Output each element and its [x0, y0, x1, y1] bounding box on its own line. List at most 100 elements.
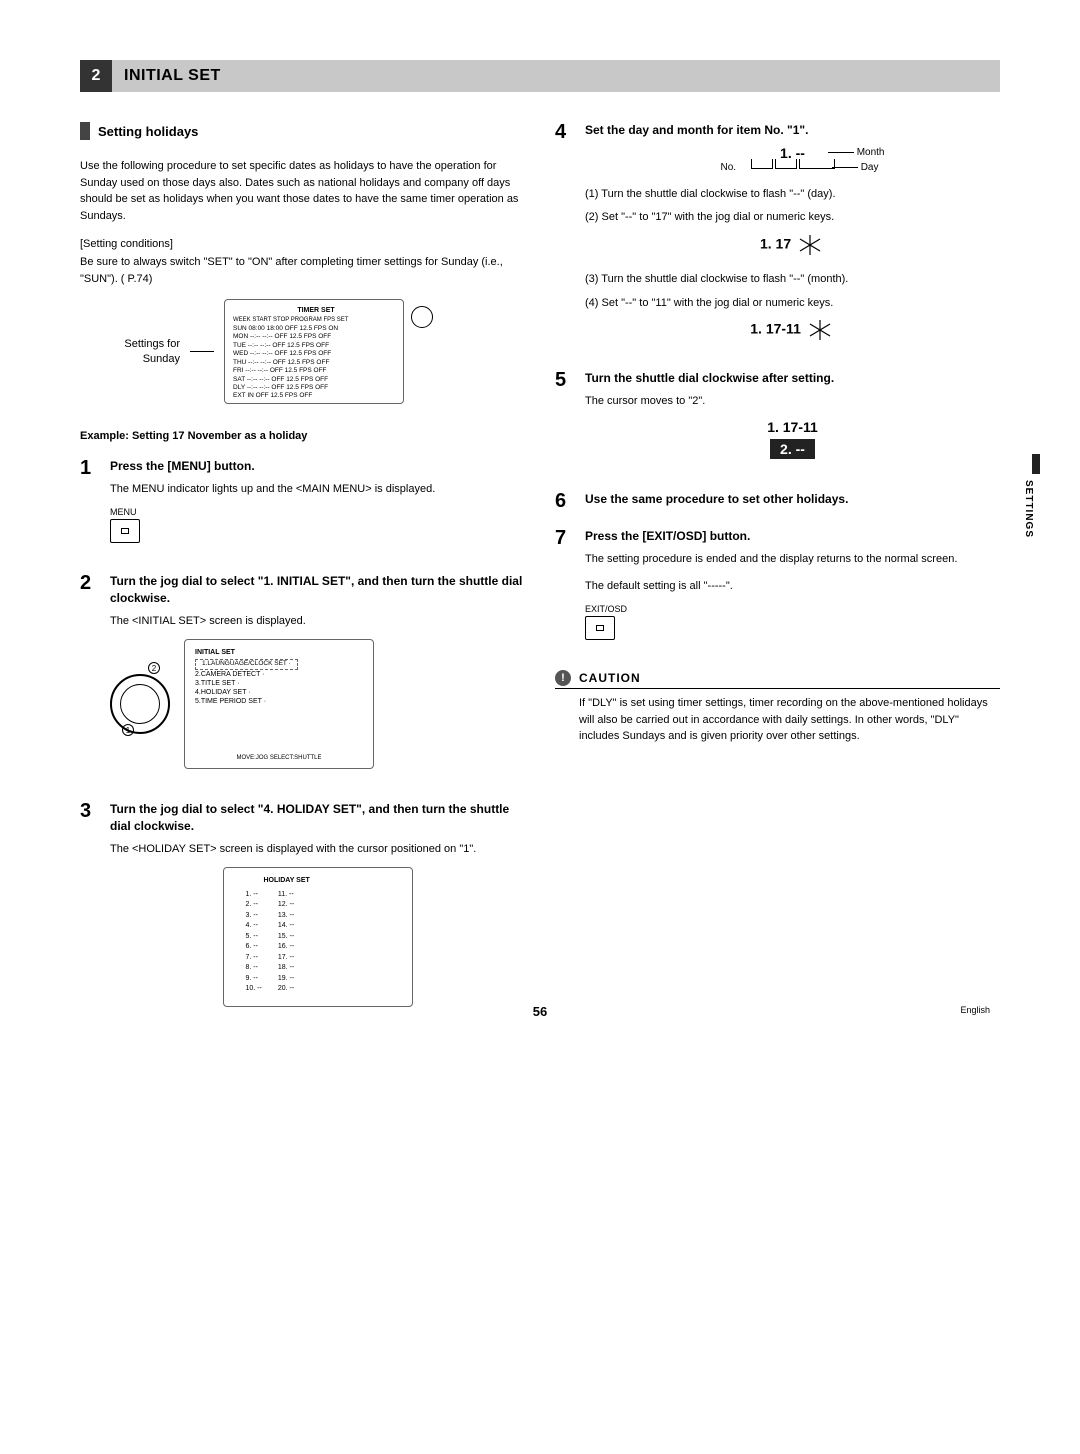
- label-day: Day: [861, 162, 879, 173]
- step-7-text-1: The setting procedure is ended and the d…: [585, 551, 1000, 568]
- step-5: 5 Turn the shuttle dial clockwise after …: [555, 370, 1000, 477]
- step-4-diagram: 1. -- No. Month Day: [585, 145, 1000, 172]
- timer-set-row: SAT --:-- --:-- OFF 12.5 FPS OFF: [233, 376, 399, 384]
- thumb-tab-label: SETTINGS: [1023, 480, 1034, 538]
- holiday-row: 17. --: [278, 953, 294, 964]
- step-4-sub-4: (4) Set "--" to "11" with the jog dial o…: [585, 295, 1000, 313]
- holiday-row: 18. --: [278, 963, 294, 974]
- step-5-title: Turn the shuttle dial clockwise after se…: [585, 370, 1000, 387]
- timer-set-row: EXT IN OFF 12.5 FPS OFF: [233, 392, 399, 400]
- timer-set-row: WED --:-- --:-- OFF 12.5 FPS OFF: [233, 350, 399, 358]
- step-3: 3 Turn the jog dial to select "4. HOLIDA…: [80, 801, 525, 1007]
- holiday-col-right: 11. -- 12. -- 13. -- 14. -- 15. -- 16. -…: [278, 890, 294, 995]
- holiday-row: 3. --: [246, 911, 262, 922]
- caution-icon: !: [555, 670, 571, 686]
- step-3-text: The <HOLIDAY SET> screen is displayed wi…: [110, 841, 525, 858]
- step-1-title: Press the [MENU] button.: [110, 458, 525, 475]
- jog-arrows-icon: [795, 236, 825, 252]
- holiday-row: 19. --: [278, 974, 294, 985]
- step-5-display-line-1: 1. 17-11: [585, 419, 1000, 435]
- callout-circle-icon: [411, 306, 433, 328]
- holiday-row: 2. --: [246, 900, 262, 911]
- holiday-row: 15. --: [278, 932, 294, 943]
- step-2-title: Turn the jog dial to select "1. INITIAL …: [110, 573, 525, 607]
- step-7: 7 Press the [EXIT/OSD] button. The setti…: [555, 528, 1000, 656]
- setting-conditions-label: [Setting conditions]: [80, 238, 525, 250]
- initial-set-item: 4.HOLIDAY SET ·: [195, 688, 363, 697]
- jog-arrows-icon: [805, 321, 835, 337]
- dial-tag-2: 2: [148, 662, 160, 674]
- step-number: 4: [555, 122, 575, 356]
- timer-set-screen: TIMER SET WEEK START STOP PROGRAM FPS SE…: [224, 299, 404, 404]
- step-3-title: Turn the jog dial to select "4. HOLIDAY …: [110, 801, 525, 835]
- holiday-row: 16. --: [278, 942, 294, 953]
- menu-button-icon: [110, 519, 140, 543]
- step-4-sub-2: (2) Set "--" to "17" with the jog dial o…: [585, 209, 1000, 227]
- pointer-line-icon: [190, 351, 214, 352]
- exit-osd-button-icon: [585, 616, 615, 640]
- screen-hint-text: MOVE:JOG SELECT:SHUTTLE: [185, 755, 373, 763]
- chapter-number: 2: [80, 60, 112, 92]
- label-no: No.: [721, 162, 737, 173]
- timer-set-row: TUE --:-- --:-- OFF 12.5 FPS OFF: [233, 342, 399, 350]
- language-label: English: [960, 1005, 990, 1015]
- holiday-row: 20. --: [278, 984, 294, 995]
- heading-bar-icon: [80, 122, 90, 140]
- thumb-tab-mark: [1032, 454, 1040, 474]
- initial-set-item: 3.TITLE SET ·: [195, 679, 363, 688]
- caution-block: ! CAUTION If "DLY" is set using timer se…: [555, 670, 1000, 745]
- timer-set-row: DLY --:-- --:-- OFF 12.5 FPS OFF: [233, 384, 399, 392]
- holiday-col-left: 1. -- 2. -- 3. -- 4. -- 5. -- 6. -- 7. -…: [246, 890, 262, 995]
- step-6-title: Use the same procedure to set other holi…: [585, 491, 1000, 508]
- setting-conditions-text: Be sure to always switch "SET" to "ON" a…: [80, 254, 525, 287]
- step-number: 6: [555, 491, 575, 514]
- chapter-title: INITIAL SET: [124, 67, 221, 85]
- step-5-diagram: 1. 17-11 2. --: [585, 419, 1000, 459]
- step-2-text: The <INITIAL SET> screen is displayed.: [110, 613, 525, 630]
- step-number: 2: [80, 573, 100, 787]
- timer-set-row: THU --:-- --:-- OFF 12.5 FPS OFF: [233, 359, 399, 367]
- step-6: 6 Use the same procedure to set other ho…: [555, 491, 1000, 514]
- jog-figure-1: 1. 17: [585, 233, 1000, 257]
- timer-set-title: TIMER SET: [233, 306, 399, 315]
- step-4-sub-1: (1) Turn the shuttle dial clockwise to f…: [585, 186, 1000, 204]
- exit-osd-button-diagram: EXIT/OSD: [585, 604, 1000, 640]
- holiday-row: 14. --: [278, 921, 294, 932]
- step-7-text-2: The default setting is all "-----".: [585, 578, 1000, 595]
- bracket-icon: [775, 159, 797, 169]
- step-4-sub-3: (3) Turn the shuttle dial clockwise to f…: [585, 271, 1000, 289]
- page-number: 56: [0, 1004, 1080, 1019]
- label-month: Month: [857, 147, 885, 158]
- holiday-row: 1. --: [246, 890, 262, 901]
- section-heading-text: Setting holidays: [98, 124, 198, 139]
- jog-value-1: 1. 17: [760, 236, 791, 252]
- holiday-set-title: HOLIDAY SET: [234, 876, 402, 885]
- timer-set-diagram: Settings for Sunday TIMER SET WEEK START…: [110, 299, 525, 404]
- step-4: 4 Set the day and month for item No. "1"…: [555, 122, 1000, 356]
- step-number: 7: [555, 528, 575, 656]
- timer-set-row: MON --:-- --:-- OFF 12.5 FPS OFF: [233, 333, 399, 341]
- step-number: 3: [80, 801, 100, 1007]
- holiday-row: 9. --: [246, 974, 262, 985]
- holiday-row: 7. --: [246, 953, 262, 964]
- caution-body: If "DLY" is set using timer settings, ti…: [555, 695, 1000, 745]
- menu-button-diagram: MENU: [110, 507, 525, 543]
- step-7-title: Press the [EXIT/OSD] button.: [585, 528, 1000, 545]
- holiday-row: 12. --: [278, 900, 294, 911]
- timer-set-head: WEEK START STOP PROGRAM FPS SET: [233, 317, 399, 325]
- step-number: 5: [555, 370, 575, 477]
- step-1: 1 Press the [MENU] button. The MENU indi…: [80, 458, 525, 559]
- timer-set-row: SUN 08:00 18:00 OFF 12.5 FPS ON: [233, 325, 399, 333]
- jog-value-2: 1. 17-11: [750, 321, 801, 337]
- bracket-icon: [751, 159, 773, 169]
- section-heading: Setting holidays: [80, 122, 525, 140]
- left-column: Setting holidays Use the following proce…: [80, 122, 525, 1021]
- caution-title: CAUTION: [579, 671, 641, 685]
- holiday-row: 8. --: [246, 963, 262, 974]
- step-5-display-cursor: 2. --: [770, 439, 815, 459]
- bracket-icon: [799, 159, 835, 169]
- holiday-set-screen: HOLIDAY SET 1. -- 2. -- 3. -- 4. -- 5. -…: [223, 867, 413, 1007]
- step-number: 1: [80, 458, 100, 559]
- timer-set-row: FRI --:-- --:-- OFF 12.5 FPS OFF: [233, 367, 399, 375]
- initial-set-item: 5.TIME PERIOD SET ·: [195, 697, 363, 706]
